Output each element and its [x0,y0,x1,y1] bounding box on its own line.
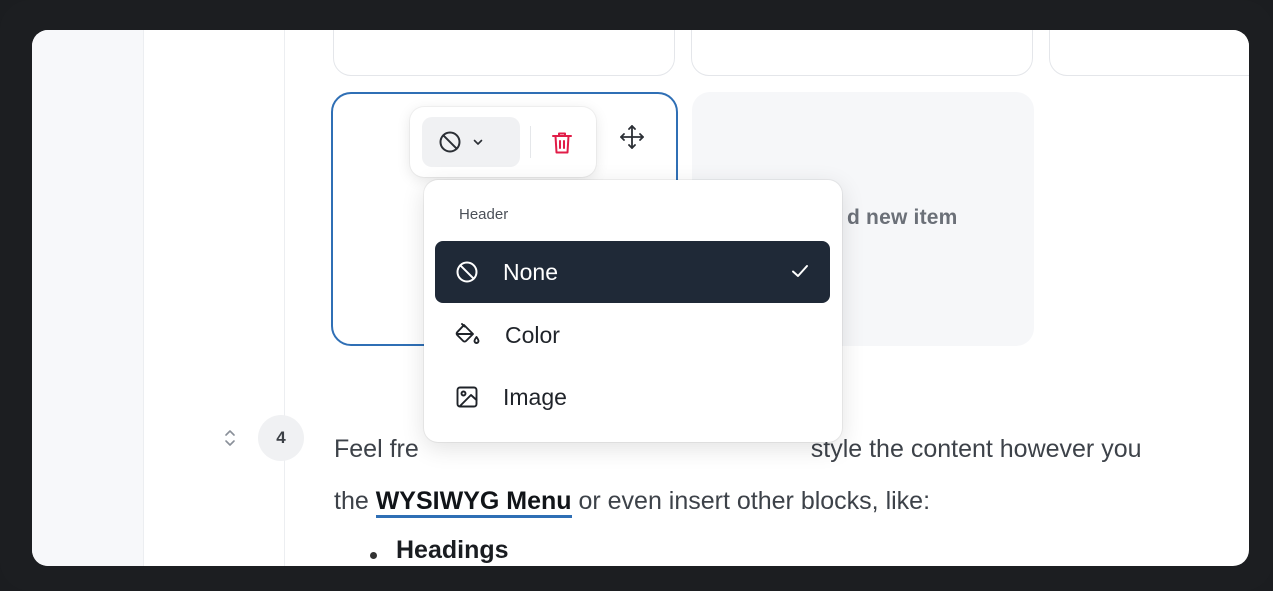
paragraph-line-1-end: style the content however you [810,435,1142,463]
item-toolbar [410,107,596,177]
header-style-menu: Header None Color Image [424,180,842,442]
grid-item-card[interactable] [691,30,1033,76]
app-window-frame: d new item 4 Feel fre style the content … [0,0,1273,591]
menu-item-label: None [503,258,558,285]
menu-item-image[interactable]: Image [435,366,830,428]
left-sidebar [32,30,144,566]
menu-item-color[interactable]: Color [435,304,830,366]
bullet-item-headings: Headings [396,536,509,564]
add-new-item-label: d new item [847,206,958,229]
ban-icon [439,131,461,153]
image-icon [456,386,478,408]
paragraph-text: the [334,487,376,515]
menu-item-label: Color [505,321,560,348]
menu-item-none[interactable]: None [435,241,830,303]
ban-icon [456,261,478,283]
wysiwyg-menu-link[interactable]: WYSIWYG Menu [375,487,572,518]
grid-item-card[interactable] [1049,30,1249,76]
paragraph-line-1-start: Feel fre [334,435,419,463]
grid-item-card[interactable] [333,30,675,76]
paint-bucket-icon [455,323,480,344]
move-item-handle[interactable] [617,122,647,152]
chevron-down-icon [473,139,483,145]
delete-item-button[interactable] [540,123,584,163]
row-number-badge: 4 [258,415,304,461]
menu-section-title: Header [459,206,509,223]
header-style-button[interactable] [422,117,520,167]
chevron-up-down-icon [225,430,235,446]
paragraph-text: or even insert other blocks, like: [571,487,931,515]
row-reorder-handle[interactable] [220,426,240,450]
editor-viewport: d new item 4 Feel fre style the content … [32,30,1249,566]
move-icon [620,125,644,149]
check-icon [792,265,808,277]
bullet-dot [370,552,377,559]
menu-item-label: Image [503,383,567,410]
trash-icon [552,132,572,154]
paragraph-line-2: the WYSIWYG Menu or even insert other bl… [334,475,1249,527]
gutter-divider [284,30,285,566]
toolbar-divider [530,126,531,158]
